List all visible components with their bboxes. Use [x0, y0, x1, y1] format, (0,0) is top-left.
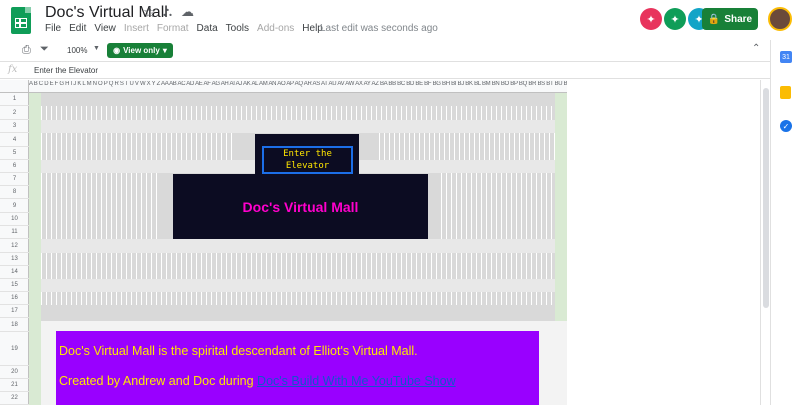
- row-header[interactable]: 14: [0, 266, 29, 279]
- app-header: Doc's Virtual Mall ☆ ⛬ ☁ File Edit View …: [0, 0, 800, 40]
- row-header[interactable]: 10: [0, 213, 29, 226]
- row-header[interactable]: 5: [0, 147, 29, 160]
- sheet-canvas[interactable]: Enter the Elevator Doc's Virtual Mall Do…: [29, 93, 567, 405]
- youtube-show-link[interactable]: Doc's Build With Me YouTube Show: [257, 374, 456, 388]
- view-only-button[interactable]: ◉ View only ▾: [107, 43, 173, 58]
- account-avatar[interactable]: [768, 7, 792, 31]
- tasks-icon[interactable]: ✓: [780, 120, 792, 132]
- row-header[interactable]: 21: [0, 379, 29, 392]
- parking-lane: [41, 120, 555, 133]
- cloud-status-icon[interactable]: ☁: [181, 4, 194, 20]
- info-panel: [56, 331, 539, 405]
- vertical-scrollbar[interactable]: [760, 80, 770, 405]
- row-header[interactable]: 16: [0, 292, 29, 305]
- zoom-select[interactable]: 100%: [67, 46, 87, 55]
- row-header[interactable]: 1: [0, 93, 29, 106]
- share-button[interactable]: 🔒 Share: [702, 8, 758, 30]
- row-header[interactable]: 13: [0, 253, 29, 266]
- parking-spaces: [41, 253, 555, 279]
- share-button-label: Share: [724, 13, 753, 25]
- side-panel: 31 ✓: [770, 40, 800, 405]
- eye-icon: ◉: [113, 46, 121, 55]
- mall-title: Doc's Virtual Mall: [242, 198, 359, 215]
- info-credits: Created by Andrew and Doc during Doc's B…: [59, 374, 456, 388]
- view-only-label: View only: [123, 46, 160, 55]
- row-header[interactable]: 20: [0, 366, 29, 379]
- row-header[interactable]: 11: [0, 226, 29, 239]
- row-header[interactable]: 18: [0, 318, 29, 332]
- menu-tools[interactable]: Tools: [226, 23, 249, 34]
- parking-spaces: [41, 292, 555, 305]
- menu-file[interactable]: File: [45, 23, 61, 34]
- sheets-logo-icon[interactable]: [11, 7, 31, 34]
- star-icon[interactable]: ☆: [143, 3, 156, 21]
- column-letters[interactable]: A B C D E F G H I J K L M N O P Q R S T …: [29, 81, 567, 87]
- menu-insert[interactable]: Insert: [124, 23, 149, 34]
- row-header[interactable]: 2: [0, 106, 29, 120]
- mall-sign: Doc's Virtual Mall: [173, 174, 428, 239]
- parking-spaces: [441, 173, 555, 239]
- green-border-left: [29, 93, 41, 405]
- select-all-corner[interactable]: [0, 80, 29, 93]
- menu-data[interactable]: Data: [197, 23, 218, 34]
- row-header[interactable]: 8: [0, 186, 29, 199]
- parking-spaces: [41, 106, 555, 120]
- row-header[interactable]: 17: [0, 305, 29, 318]
- row-header[interactable]: 9: [0, 199, 29, 213]
- row-header[interactable]: 15: [0, 279, 29, 292]
- parking-spaces: [41, 133, 236, 160]
- menu-addons[interactable]: Add-ons: [257, 23, 294, 34]
- last-edit-status[interactable]: Last edit was seconds ago: [320, 23, 438, 34]
- menu-edit[interactable]: Edit: [69, 23, 86, 34]
- parking-spaces: [41, 173, 159, 239]
- formula-bar: fx Enter the Elevator: [0, 63, 770, 79]
- parking-lane: [41, 279, 555, 292]
- credits-text: Created by Andrew and Doc during: [59, 374, 258, 388]
- empty-sheet-area[interactable]: [567, 80, 760, 405]
- row-headers: 1 2 3 4 5 6 7 8 9 10 11 12 13 14 15 16 1…: [0, 93, 29, 405]
- formula-input[interactable]: Enter the Elevator: [34, 66, 98, 75]
- toolbar: ⎙ ⏷ 100% ▼ ◉ View only ▾ ⌃: [0, 40, 770, 62]
- row-header[interactable]: 3: [0, 120, 29, 133]
- enter-elevator-button[interactable]: Enter the Elevator: [262, 146, 353, 174]
- move-to-drive-icon[interactable]: ⛬: [163, 4, 172, 20]
- menu-format[interactable]: Format: [157, 23, 189, 34]
- keep-icon[interactable]: [780, 86, 791, 99]
- row-header[interactable]: 22: [0, 392, 29, 405]
- chevron-down-icon[interactable]: ▼: [93, 45, 100, 52]
- filter-icon[interactable]: ⏷: [40, 43, 49, 56]
- fx-icon: fx: [8, 64, 18, 75]
- collapse-menus-icon[interactable]: ⌃: [752, 43, 760, 54]
- menu-bar: File Edit View Insert Format Data Tools …: [45, 23, 323, 34]
- parking-lane: [41, 239, 555, 253]
- row-header[interactable]: 4: [0, 133, 29, 147]
- collaborator-avatar[interactable]: ✦: [640, 8, 662, 30]
- parking-spaces: [379, 133, 555, 160]
- chevron-down-icon: ▾: [162, 46, 167, 55]
- row-header[interactable]: 19: [0, 332, 29, 366]
- print-icon[interactable]: ⎙: [22, 44, 31, 57]
- scrollbar-thumb[interactable]: [763, 88, 769, 308]
- info-description: Doc's Virtual Mall is the spirital desce…: [59, 344, 418, 358]
- row-header[interactable]: 7: [0, 173, 29, 186]
- lock-icon: 🔒: [707, 13, 721, 25]
- row-header[interactable]: 6: [0, 160, 29, 173]
- calendar-icon[interactable]: 31: [780, 51, 792, 63]
- menu-view[interactable]: View: [94, 23, 116, 34]
- row-header[interactable]: 12: [0, 239, 29, 253]
- collaborator-avatar[interactable]: ✦: [664, 8, 686, 30]
